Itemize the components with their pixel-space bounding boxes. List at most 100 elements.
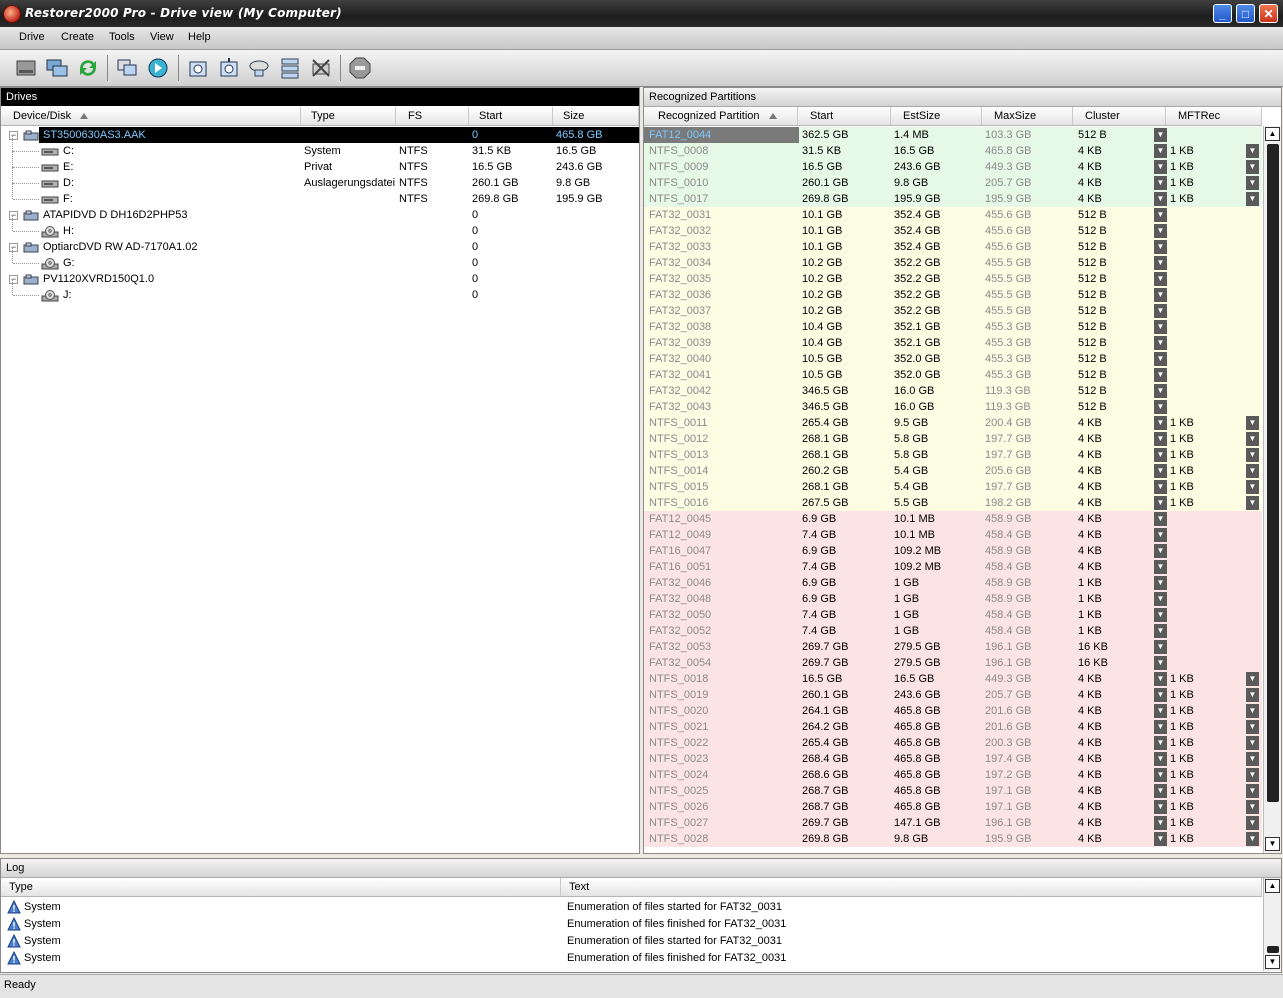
mftrec-dropdown[interactable]: ▼: [1246, 496, 1259, 510]
cluster-dropdown[interactable]: ▼: [1154, 128, 1167, 142]
col-fs[interactable]: FS: [396, 107, 469, 125]
partition-row[interactable]: NTFS_0017 269.8 GB 195.9 GB 195.9 GB 4 KB ▼ 1 …: [644, 191, 1262, 207]
partition-row[interactable]: NTFS_0025 268.7 GB 465.8 GB 197.1 GB 4 KB ▼ 1 …: [644, 783, 1262, 799]
raid-icon[interactable]: [278, 56, 302, 80]
col-log-type[interactable]: Type: [1, 878, 561, 896]
cluster-dropdown[interactable]: ▼: [1154, 160, 1167, 174]
menu-help[interactable]: Help: [188, 31, 211, 43]
partition-row[interactable]: FAT32_0048 6.9 GB 1 GB 458.9 GB 1 KB ▼: [644, 591, 1262, 607]
partition-row[interactable]: FAT32_0038 10.4 GB 352.1 GB 455.3 GB 512 B ▼: [644, 319, 1262, 335]
partition-row[interactable]: H: 0: [1, 215, 639, 239]
cluster-dropdown[interactable]: ▼: [1154, 736, 1167, 750]
drive-icon[interactable]: [14, 56, 38, 80]
cluster-dropdown[interactable]: ▼: [1154, 144, 1167, 158]
scroll-thumb[interactable]: [1267, 144, 1279, 802]
cluster-dropdown[interactable]: ▼: [1154, 272, 1167, 286]
partition-row[interactable]: FAT32_0040 10.5 GB 352.0 GB 455.3 GB 512 B ▼: [644, 351, 1262, 367]
partition-row[interactable]: F: NTFS 269.8 GB 195.9 GB: [1, 183, 639, 207]
log-scroll-up-button[interactable]: ▲: [1265, 879, 1280, 893]
partition-row[interactable]: E: Privat NTFS 16.5 GB 243.6 GB: [1, 151, 639, 175]
partition-row[interactable]: FAT32_0046 6.9 GB 1 GB 458.9 GB 1 KB ▼: [644, 575, 1262, 591]
mftrec-dropdown[interactable]: ▼: [1246, 448, 1259, 462]
partition-row[interactable]: NTFS_0021 264.2 GB 465.8 GB 201.6 GB 4 KB ▼ 1 …: [644, 719, 1262, 735]
partition-row[interactable]: NTFS_0020 264.1 GB 465.8 GB 201.6 GB 4 KB ▼ 1 …: [644, 703, 1262, 719]
partition-row[interactable]: NTFS_0023 268.4 GB 465.8 GB 197.4 GB 4 KB ▼ 1 …: [644, 751, 1262, 767]
cluster-dropdown[interactable]: ▼: [1154, 640, 1167, 654]
cluster-dropdown[interactable]: ▼: [1154, 304, 1167, 318]
cluster-dropdown[interactable]: ▼: [1154, 288, 1167, 302]
partition-row[interactable]: FAT16_0051 7.4 GB 109.2 MB 458.4 GB 4 KB ▼: [644, 559, 1262, 575]
partition-row[interactable]: NTFS_0010 260.1 GB 9.8 GB 205.7 GB 4 KB ▼ 1 KB…: [644, 175, 1262, 191]
mftrec-dropdown[interactable]: ▼: [1246, 416, 1259, 430]
mftrec-dropdown[interactable]: ▼: [1246, 672, 1259, 686]
mftrec-dropdown[interactable]: ▼: [1246, 704, 1259, 718]
partition-row[interactable]: FAT32_0042 346.5 GB 16.0 GB 119.3 GB 512 B ▼: [644, 383, 1262, 399]
cluster-dropdown[interactable]: ▼: [1154, 800, 1167, 814]
app-icon[interactable]: [3, 5, 21, 23]
refresh-icon[interactable]: [76, 56, 100, 80]
cluster-dropdown[interactable]: ▼: [1154, 608, 1167, 622]
col-device-disk[interactable]: Device/Disk: [1, 107, 301, 125]
mftrec-dropdown[interactable]: ▼: [1246, 720, 1259, 734]
mftrec-dropdown[interactable]: ▼: [1246, 176, 1259, 190]
collapse-icon[interactable]: −: [9, 275, 18, 284]
cluster-dropdown[interactable]: ▼: [1154, 784, 1167, 798]
partition-row[interactable]: FAT32_0054 269.7 GB 279.5 GB 196.1 GB 16 KB ▼: [644, 655, 1262, 671]
partition-row[interactable]: FAT32_0035 10.2 GB 352.2 GB 455.5 GB 512 B ▼: [644, 271, 1262, 287]
cluster-dropdown[interactable]: ▼: [1154, 336, 1167, 350]
open-image-icon[interactable]: [186, 56, 210, 80]
cluster-dropdown[interactable]: ▼: [1154, 432, 1167, 446]
partition-row[interactable]: NTFS_0013 268.1 GB 5.8 GB 197.7 GB 4 KB ▼ 1 KB…: [644, 447, 1262, 463]
partition-row[interactable]: NTFS_0008 31.5 KB 16.5 GB 465.8 GB 4 KB ▼ 1 KB…: [644, 143, 1262, 159]
partition-row[interactable]: NTFS_0012 268.1 GB 5.8 GB 197.7 GB 4 KB ▼ 1 KB…: [644, 431, 1262, 447]
partition-row[interactable]: NTFS_0022 265.4 GB 465.8 GB 200.3 GB 4 KB ▼ 1 …: [644, 735, 1262, 751]
network-drive-icon[interactable]: [45, 56, 69, 80]
cluster-dropdown[interactable]: ▼: [1154, 576, 1167, 590]
cluster-dropdown[interactable]: ▼: [1154, 192, 1167, 206]
cluster-dropdown[interactable]: ▼: [1154, 448, 1167, 462]
cluster-dropdown[interactable]: ▼: [1154, 480, 1167, 494]
partition-row[interactable]: FAT32_0050 7.4 GB 1 GB 458.4 GB 1 KB ▼: [644, 607, 1262, 623]
collapse-icon[interactable]: −: [9, 131, 18, 140]
cluster-dropdown[interactable]: ▼: [1154, 816, 1167, 830]
partition-row[interactable]: NTFS_0009 16.5 GB 243.6 GB 449.3 GB 4 KB ▼ 1 K…: [644, 159, 1262, 175]
partition-row[interactable]: C: System NTFS 31.5 KB 16.5 GB: [1, 135, 639, 159]
partition-row[interactable]: FAT32_0031 10.1 GB 352.4 GB 455.6 GB 512 B ▼: [644, 207, 1262, 223]
cluster-dropdown[interactable]: ▼: [1154, 464, 1167, 478]
partition-row[interactable]: FAT12_0044 362.5 GB 1.4 MB 103.3 GB 512 B ▼: [644, 127, 1262, 143]
cluster-dropdown[interactable]: ▼: [1154, 560, 1167, 574]
collapse-icon[interactable]: −: [9, 211, 18, 220]
disk-row[interactable]: − ATAPIDVD D DH16D2PHP53 0: [1, 207, 639, 223]
partition-row[interactable]: FAT32_0033 10.1 GB 352.4 GB 455.6 GB 512 B ▼: [644, 239, 1262, 255]
cluster-dropdown[interactable]: ▼: [1154, 768, 1167, 782]
partition-row[interactable]: G: 0: [1, 247, 639, 271]
partition-row[interactable]: FAT12_0049 7.4 GB 10.1 MB 458.4 GB 4 KB ▼: [644, 527, 1262, 543]
cluster-dropdown[interactable]: ▼: [1154, 368, 1167, 382]
cluster-dropdown[interactable]: ▼: [1154, 688, 1167, 702]
col-mftrec[interactable]: MFTRec: [1166, 107, 1262, 125]
partition-row[interactable]: NTFS_0014 260.2 GB 5.4 GB 205.6 GB 4 KB ▼ 1 KB…: [644, 463, 1262, 479]
partition-row[interactable]: NTFS_0028 269.8 GB 9.8 GB 195.9 GB 4 KB ▼ 1 KB…: [644, 831, 1262, 847]
mftrec-dropdown[interactable]: ▼: [1246, 832, 1259, 846]
disk-row[interactable]: − PV1120XVRD150Q1.0 0: [1, 271, 639, 287]
col-maxsize[interactable]: MaxSize: [982, 107, 1073, 125]
cluster-dropdown[interactable]: ▼: [1154, 704, 1167, 718]
cluster-dropdown[interactable]: ▼: [1154, 592, 1167, 606]
scan-icon[interactable]: [146, 56, 170, 80]
mftrec-dropdown[interactable]: ▼: [1246, 192, 1259, 206]
partition-row[interactable]: FAT16_0047 6.9 GB 109.2 MB 458.9 GB 4 KB ▼: [644, 543, 1262, 559]
partition-row[interactable]: FAT32_0041 10.5 GB 352.0 GB 455.3 GB 512 B ▼: [644, 367, 1262, 383]
cluster-dropdown[interactable]: ▼: [1154, 544, 1167, 558]
minimize-button[interactable]: _: [1213, 4, 1232, 23]
partition-row[interactable]: FAT32_0037 10.2 GB 352.2 GB 455.5 GB 512 B ▼: [644, 303, 1262, 319]
cluster-dropdown[interactable]: ▼: [1154, 384, 1167, 398]
mftrec-dropdown[interactable]: ▼: [1246, 160, 1259, 174]
cluster-dropdown[interactable]: ▼: [1154, 352, 1167, 366]
scroll-down-button[interactable]: ▼: [1265, 837, 1280, 851]
col-estsize[interactable]: EstSize: [891, 107, 982, 125]
log-scroll-down-button[interactable]: ▼: [1265, 955, 1280, 969]
mftrec-dropdown[interactable]: ▼: [1246, 736, 1259, 750]
mftrec-dropdown[interactable]: ▼: [1246, 800, 1259, 814]
disk-row[interactable]: − ST3500630AS3.AAK 0 465.8 GB: [1, 127, 639, 143]
cluster-dropdown[interactable]: ▼: [1154, 752, 1167, 766]
